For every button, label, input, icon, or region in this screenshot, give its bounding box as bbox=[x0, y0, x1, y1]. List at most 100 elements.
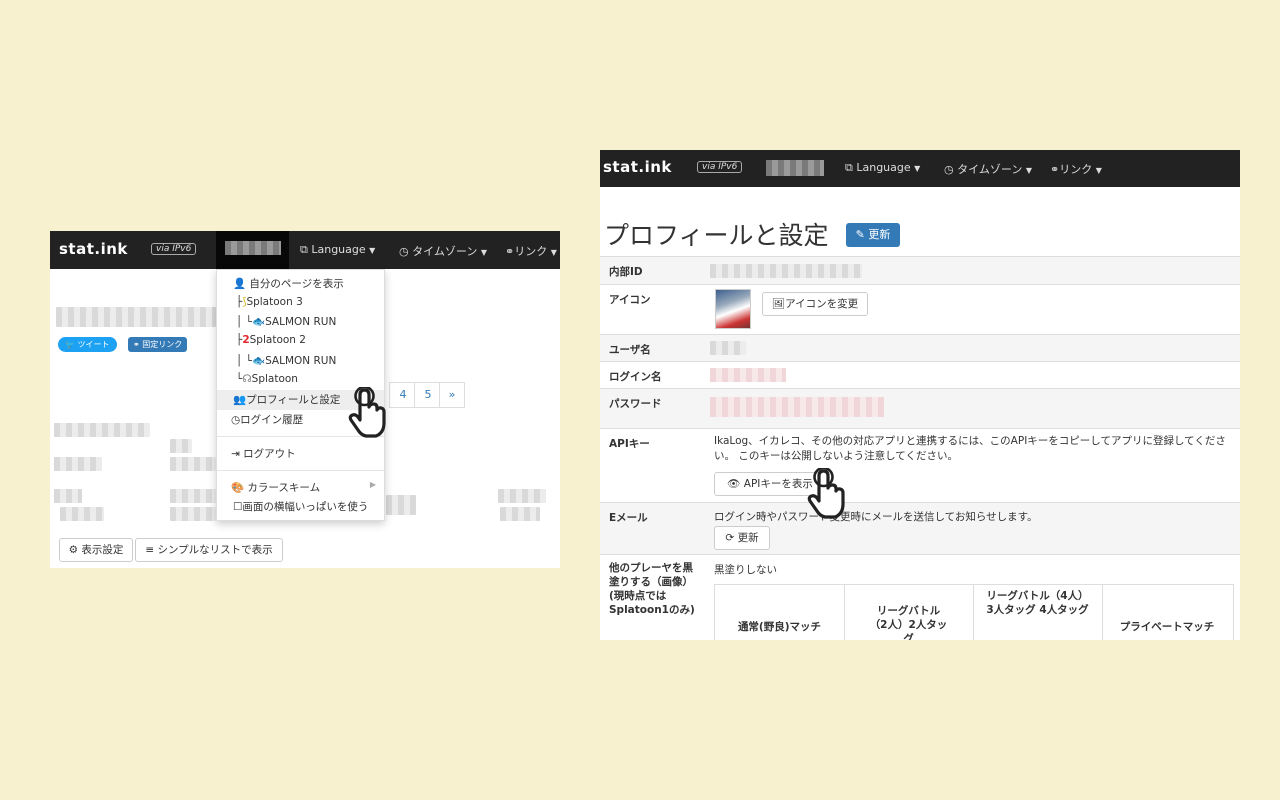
right-screenshot-panel: stat.ink via IPv6 ⧉ Language ▼ ◷ タイムゾーン … bbox=[600, 150, 1240, 640]
menu-item-logout[interactable]: ⇥ ログアウト bbox=[217, 446, 384, 461]
brand-logo[interactable]: stat.ink bbox=[603, 158, 672, 176]
email-update-button[interactable]: ⟳ 更新 bbox=[714, 526, 770, 550]
language-menu[interactable]: ⧉ Language ▼ bbox=[845, 161, 920, 175]
menu-item-full-width[interactable]: ☐画面の横幅いっぱいを使う bbox=[217, 499, 384, 514]
menu-label: ログイン履歴 bbox=[240, 414, 304, 426]
salmon-icon: 🐟 bbox=[251, 316, 266, 328]
tree-branch: │ └ bbox=[236, 316, 252, 328]
menu-label: プロフィールと設定 bbox=[246, 394, 341, 406]
display-settings-button[interactable]: ⚙ 表示設定 bbox=[59, 538, 133, 562]
redacted-content bbox=[498, 489, 546, 503]
row-login-name: ログイン名 bbox=[600, 361, 1240, 389]
translate-icon: ⧉ bbox=[300, 243, 308, 256]
page-link-next[interactable]: » bbox=[439, 382, 465, 408]
redacted-content bbox=[386, 495, 416, 515]
user-menu-toggle[interactable] bbox=[216, 231, 289, 269]
menu-label: SALMON RUN bbox=[265, 316, 337, 328]
table-column: リーグバトル（2人）2人タッグ bbox=[844, 585, 974, 640]
eye-icon: 👁 bbox=[727, 478, 741, 490]
username-value-redacted bbox=[710, 341, 746, 355]
blackout-table: 通常(野良)マッチ リーグバトル（2人）2人タッグ リーグバトル（4人）3人タッ… bbox=[714, 584, 1234, 640]
table-column: 通常(野良)マッチ bbox=[715, 585, 845, 640]
column-header: プライベートマッチ bbox=[1119, 621, 1215, 633]
menu-label: Splatoon bbox=[251, 373, 298, 385]
gear-icon: ⚙ bbox=[68, 544, 79, 556]
caret-icon: ▼ bbox=[480, 248, 487, 257]
menu-item-color-scheme[interactable]: 🎨 カラースキーム ▶ bbox=[217, 480, 384, 495]
clock-icon: ◷ bbox=[944, 163, 954, 176]
row-username: ユーザ名 bbox=[600, 334, 1240, 362]
chevron-right-icon: ▶ bbox=[369, 480, 376, 489]
row-blackout: 他のプレーヤを黒塗りする（画像）(現時点ではSplatoon1のみ) 黒塗りしな… bbox=[600, 554, 1240, 640]
language-label: Language bbox=[856, 161, 911, 174]
links-menu[interactable]: ⚭リンク ▼ bbox=[505, 243, 557, 259]
navbar: stat.ink via IPv6 ⧉ Language ▼ ◷ タイムゾーン … bbox=[600, 150, 1240, 187]
brand-logo[interactable]: stat.ink bbox=[59, 240, 128, 258]
user-icon: 👤 bbox=[233, 278, 247, 290]
left-screenshot-panel: stat.ink via IPv6 ⧉ Language ▼ ◷ タイムゾーン … bbox=[50, 231, 560, 568]
tweet-label: ツイート bbox=[77, 340, 110, 349]
redacted-content bbox=[170, 439, 192, 453]
change-icon-label: アイコンを変更 bbox=[785, 298, 859, 310]
label-blackout: 他のプレーヤを黒塗りする（画像）(現時点ではSplatoon1のみ) bbox=[609, 562, 695, 616]
links-label: リンク bbox=[514, 245, 548, 258]
page-link-5[interactable]: 5 bbox=[414, 382, 442, 408]
caret-icon: ▼ bbox=[1095, 166, 1102, 175]
links-menu[interactable]: ⚭リンク ▼ bbox=[1050, 161, 1102, 177]
menu-label: 画面の横幅いっぱいを使う bbox=[242, 501, 369, 513]
link-icon: ⚭ bbox=[505, 245, 515, 258]
simple-list-button[interactable]: ≡ シンプルなリストで表示 bbox=[135, 538, 283, 562]
palette-icon: 🎨 bbox=[231, 482, 245, 494]
label-email: Eメール bbox=[609, 512, 648, 524]
login-name-redacted bbox=[710, 368, 786, 382]
tweet-button[interactable]: 🐦 ツイート bbox=[58, 337, 117, 352]
redacted-content bbox=[170, 457, 216, 471]
column-header: リーグバトル（2人）2人タッグ bbox=[869, 605, 948, 640]
redacted-content bbox=[60, 507, 104, 521]
menu-item-salmon3[interactable]: │ └🐟SALMON RUN bbox=[217, 315, 384, 328]
row-icon: アイコン 🖼アイコンを変更 bbox=[600, 284, 1240, 335]
pointer-hand-icon bbox=[348, 387, 386, 438]
username-redacted[interactable] bbox=[766, 160, 824, 176]
menu-item-splatoon1[interactable]: └☊Splatoon bbox=[217, 373, 384, 385]
timezone-menu[interactable]: ◷ タイムゾーン ▼ bbox=[944, 161, 1032, 177]
caret-icon: ▼ bbox=[914, 164, 921, 173]
label-internal-id: 内部ID bbox=[609, 266, 643, 278]
logout-icon: ⇥ bbox=[231, 448, 240, 460]
api-key-description: IkaLog、イカレコ、その他の対応アプリと連携するには、このAPIキーをコピー… bbox=[714, 435, 1226, 462]
label-login-name: ログイン名 bbox=[609, 371, 662, 383]
page-link-4[interactable]: 4 bbox=[389, 382, 417, 408]
update-profile-button[interactable]: ✎ 更新 bbox=[846, 223, 900, 247]
blackout-value: 黒塗りしない bbox=[714, 564, 777, 576]
redacted-content bbox=[500, 507, 540, 521]
page-title: プロフィールと設定 bbox=[604, 221, 829, 250]
email-update-label: 更新 bbox=[737, 532, 759, 544]
links-label: リンク bbox=[1059, 163, 1093, 176]
permalink-button[interactable]: ⚭ 固定リンク bbox=[128, 337, 188, 352]
menu-item-salmon2[interactable]: │ └🐟SALMON RUN bbox=[217, 354, 384, 367]
label-icon: アイコン bbox=[609, 294, 651, 306]
language-menu[interactable]: ⧉ Language ▼ bbox=[300, 243, 375, 257]
link-icon: ⚭ bbox=[1050, 163, 1060, 176]
change-icon-button[interactable]: 🖼アイコンを変更 bbox=[762, 292, 868, 316]
translate-icon: ⧉ bbox=[845, 161, 853, 174]
permalink-label: 固定リンク bbox=[142, 340, 183, 349]
display-settings-label: 表示設定 bbox=[81, 544, 124, 556]
table-column: リーグバトル（4人）3人タッグ 4人タッグ bbox=[973, 585, 1103, 640]
timezone-menu[interactable]: ◷ タイムゾーン ▼ bbox=[399, 243, 487, 259]
menu-item-my-page[interactable]: 👤 自分のページを表示 bbox=[217, 276, 384, 291]
email-description: ログイン時やパスワード変更時にメールを送信してお知らせします。 bbox=[714, 511, 1038, 523]
redacted-content bbox=[170, 507, 216, 521]
ipv6-badge: via IPv6 bbox=[151, 243, 197, 255]
redacted-content bbox=[54, 489, 82, 503]
tree-branch: │ └ bbox=[236, 355, 252, 367]
row-internal-id: 内部ID bbox=[600, 256, 1240, 285]
users-cog-icon: 👥 bbox=[233, 394, 247, 406]
image-icon: 🖼 bbox=[771, 298, 786, 310]
column-header: リーグバトル（4人）3人タッグ 4人タッグ bbox=[986, 590, 1089, 616]
menu-item-splatoon2[interactable]: ├2Splatoon 2 bbox=[217, 334, 384, 346]
clock-icon: ◷ bbox=[399, 245, 409, 258]
menu-label: カラースキーム bbox=[247, 482, 321, 494]
history-icon: ◷ bbox=[231, 414, 241, 426]
menu-item-splatoon3[interactable]: ├⟆Splatoon 3 bbox=[217, 296, 384, 308]
